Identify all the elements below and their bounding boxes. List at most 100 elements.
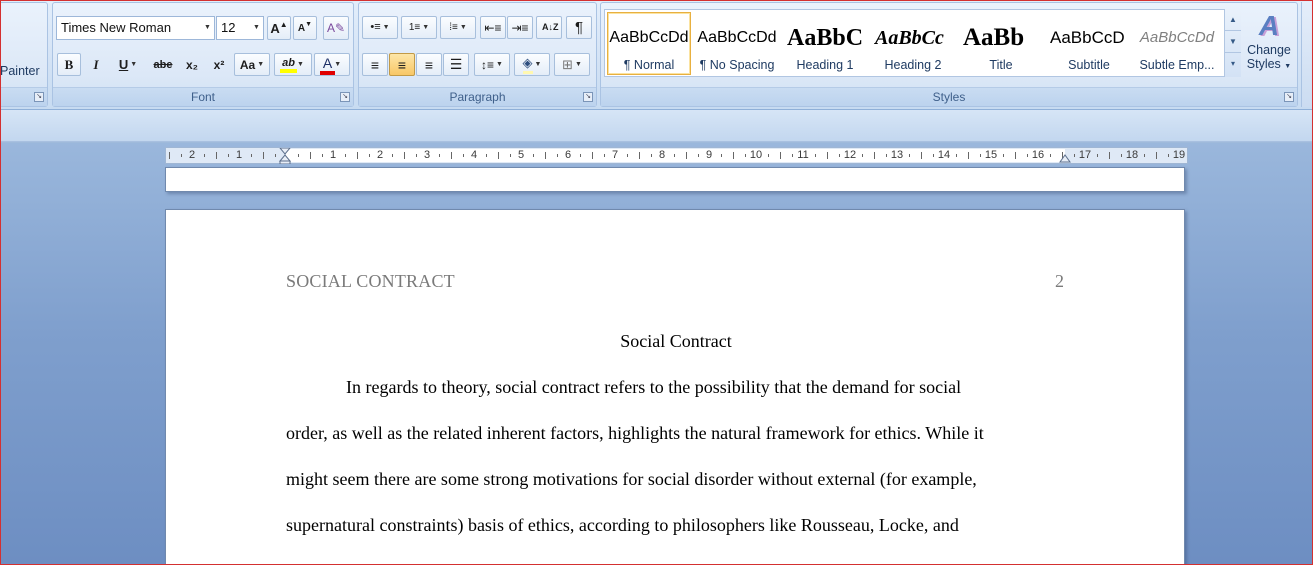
clipboard-dialog-launcher[interactable]: ↘ <box>34 92 44 102</box>
strikethrough-icon: abe <box>153 58 173 71</box>
superscript-button[interactable]: x² <box>207 53 231 76</box>
document-page[interactable]: SOCIAL CONTRACT 2 Social Contract In reg… <box>165 209 1185 565</box>
ruler-tick <box>768 154 769 157</box>
borders-button[interactable]: ⊞ ▼ <box>554 53 590 76</box>
style-normal[interactable]: AaBbCcDd ¶ Normal <box>607 12 691 75</box>
ribbon: Painter ↘ Times New Roman ▼ 12 ▼ A ▲ A ▼ A… <box>0 0 1313 110</box>
line-spacing-icon: ↕≡ <box>481 57 495 72</box>
ruler-tick <box>404 152 405 159</box>
ruler-tick <box>792 154 793 157</box>
font-size-dropdown-icon[interactable]: ▼ <box>250 17 263 39</box>
shrink-font-button[interactable]: A ▼ <box>293 16 317 40</box>
font-name-dropdown-icon[interactable]: ▼ <box>201 17 214 39</box>
justify-button[interactable]: ☰ <box>443 53 469 76</box>
style-name: Heading 1 <box>796 58 854 72</box>
font-size-box[interactable]: 12 ▼ <box>216 16 264 40</box>
paragraph-dialog-launcher[interactable]: ↘ <box>583 92 593 102</box>
superscript-icon: x² <box>213 57 225 72</box>
ruler-label: 14 <box>937 149 951 161</box>
multilevel-list-button[interactable]: ⁞≡ ▼ <box>440 16 476 39</box>
style-heading-2[interactable]: AaBbCc Heading 2 <box>871 12 955 75</box>
italic-button[interactable]: I <box>84 53 108 76</box>
first-line-indent-marker[interactable] <box>279 148 291 164</box>
ruler-tick <box>533 154 534 157</box>
align-left-button[interactable]: ≡ <box>362 53 388 76</box>
ruler-tick <box>451 152 452 159</box>
decrease-indent-button[interactable]: ⇤≡ <box>480 16 506 39</box>
shading-button[interactable]: ◈ ▼ <box>514 53 550 76</box>
ruler-tick <box>827 152 828 159</box>
ruler-tick <box>345 154 346 157</box>
align-left-icon: ≡ <box>370 56 380 73</box>
align-right-button[interactable]: ≡ <box>416 53 442 76</box>
bold-button[interactable]: B <box>57 53 81 76</box>
ribbon-bottom-band <box>0 110 1313 142</box>
ruler-tick <box>204 154 205 157</box>
ruler-tick <box>862 154 863 157</box>
change-styles-button[interactable]: A Change Styles ▼ <box>1243 8 1295 86</box>
clipboard-group: Painter ↘ <box>0 2 48 107</box>
align-center-button[interactable]: ≡ <box>389 53 415 76</box>
ruler-tick <box>251 154 252 157</box>
change-case-button[interactable]: Aa ▼ <box>234 53 270 76</box>
ruler-label: 7 <box>611 149 619 161</box>
ruler-tick <box>592 152 593 159</box>
ruler-label: 8 <box>658 149 666 161</box>
ruler-label: 17 <box>1078 149 1092 161</box>
ruler-tick <box>745 154 746 157</box>
ruler-tick <box>1027 154 1028 157</box>
multilevel-list-icon: ⁞≡ <box>449 22 458 33</box>
ruler-tick <box>627 154 628 157</box>
subscript-button[interactable]: x₂ <box>180 53 204 76</box>
ruler-tick <box>1168 154 1169 157</box>
bullets-button[interactable]: •≡ ▼ <box>362 16 398 39</box>
gallery-more-icon[interactable]: ▾ <box>1225 53 1241 75</box>
ruler-tick <box>921 152 922 159</box>
style-heading-1[interactable]: AaBbC Heading 1 <box>783 12 867 75</box>
horizontal-ruler[interactable]: 2 1 1 2 3 4 5 6 7 8 9 10 11 12 13 14 15 16 17 18 19 <box>165 147 1188 164</box>
styles-dialog-launcher[interactable]: ↘ <box>1284 92 1294 102</box>
grow-font-button[interactable]: A ▲ <box>267 16 291 40</box>
style-subtle-emphasis[interactable]: AaBbCcDd Subtle Emp... <box>1135 12 1219 75</box>
ruler-tick <box>968 152 969 159</box>
styles-group-label: Styles <box>601 87 1297 106</box>
underline-icon: U <box>118 57 129 72</box>
gallery-scroll-up-icon[interactable]: ▲ <box>1225 9 1241 31</box>
ruler-tick <box>181 154 182 157</box>
paragraph-group-label: Paragraph <box>359 87 596 106</box>
ruler-tick <box>439 154 440 157</box>
style-name: ¶ No Spacing <box>699 58 775 72</box>
styles-gallery-scroll: ▲ ▼ ▾ <box>1224 9 1241 77</box>
highlight-icon-label: ab <box>282 56 295 69</box>
subscript-icon: x₂ <box>185 57 198 72</box>
highlight-color-bar <box>280 68 297 73</box>
style-no-spacing[interactable]: AaBbCcDd ¶ No Spacing <box>695 12 779 75</box>
font-color-button[interactable]: A ▼ <box>314 53 350 76</box>
clear-formatting-button[interactable]: A✎ <box>323 16 349 40</box>
style-subtitle[interactable]: AaBbCcD Subtitle <box>1047 12 1131 75</box>
ruler-tick <box>463 154 464 157</box>
format-painter-label: Painter <box>0 64 40 78</box>
right-indent-marker[interactable] <box>1059 148 1071 164</box>
font-dialog-launcher[interactable]: ↘ <box>340 92 350 102</box>
body-line: might seem there are some strong motivat… <box>286 469 977 489</box>
font-name-box[interactable]: Times New Roman ▼ <box>56 16 215 40</box>
justify-icon: ☰ <box>449 56 463 72</box>
format-painter-button[interactable]: Painter <box>0 61 45 81</box>
sort-button[interactable]: A↓Z <box>536 16 562 39</box>
ruler-label: 12 <box>843 149 857 161</box>
strikethrough-button[interactable]: abe <box>149 53 177 76</box>
style-sample: AaBbCcDd <box>609 29 689 46</box>
line-spacing-button[interactable]: ↕≡ ▼ <box>474 53 510 76</box>
ruler-label: 5 <box>517 149 525 161</box>
numbering-button[interactable]: 1≡ ▼ <box>401 16 437 39</box>
gallery-scroll-down-icon[interactable]: ▼ <box>1225 31 1241 53</box>
underline-button[interactable]: U ▼ <box>111 53 145 76</box>
font-group-label: Font <box>53 87 353 106</box>
style-title[interactable]: AaBb Title <box>959 12 1043 75</box>
ruler-label: 11 <box>797 149 809 161</box>
ruler-tick <box>322 154 323 157</box>
highlight-button[interactable]: ab ▼ <box>274 53 312 76</box>
increase-indent-button[interactable]: ⇥≡ <box>507 16 533 39</box>
show-formatting-button[interactable]: ¶ <box>566 16 592 39</box>
